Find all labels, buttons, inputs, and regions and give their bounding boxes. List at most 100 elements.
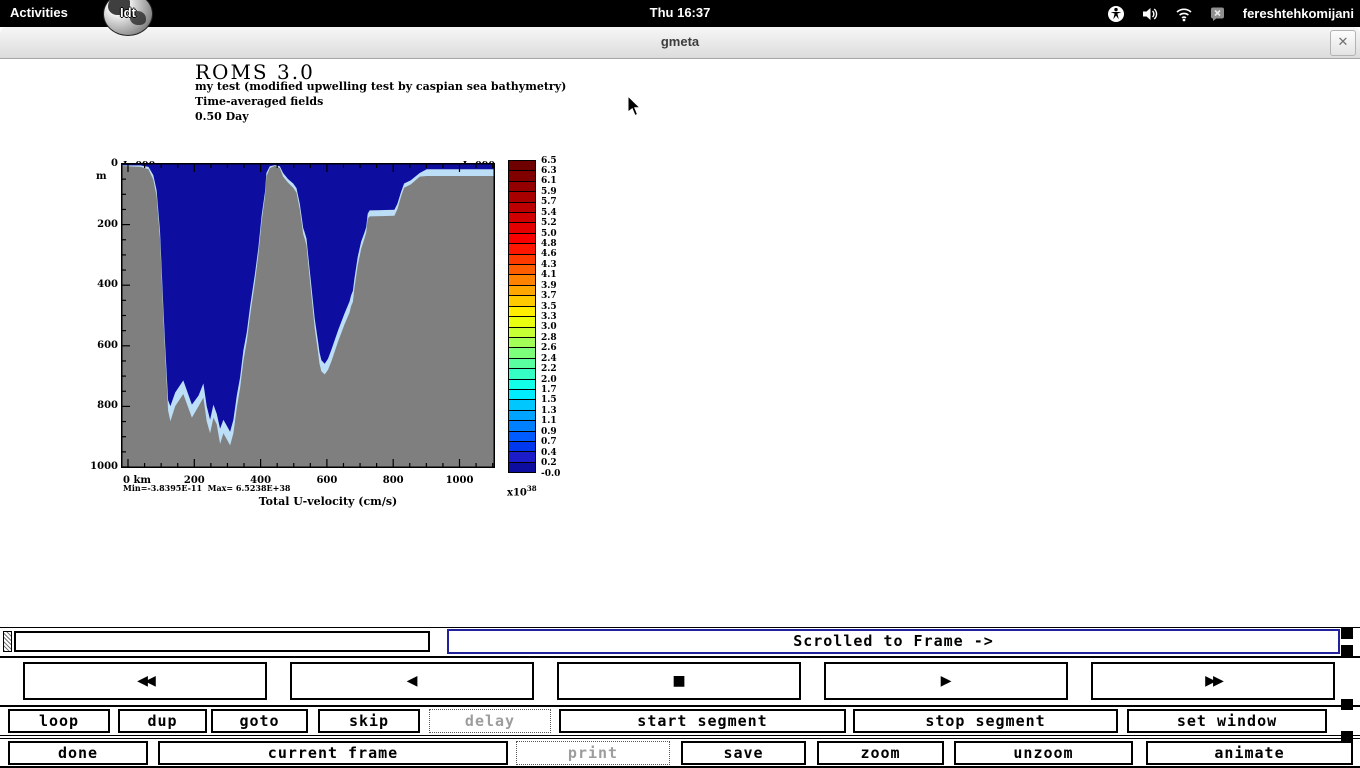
colorbar-label: 2.2	[541, 364, 557, 374]
colorbar-label: 3.7	[541, 291, 557, 301]
panel-divider	[0, 656, 1360, 658]
colorbar-segment	[509, 463, 535, 472]
colorbar-segment	[509, 223, 535, 233]
colorbar-segment	[509, 161, 535, 171]
y-axis-unit: m	[96, 171, 107, 182]
volume-icon[interactable]	[1141, 5, 1159, 23]
colorbar-segment	[509, 421, 535, 431]
save-button[interactable]: save	[681, 741, 806, 765]
frame-scrollbar-trough[interactable]	[14, 631, 430, 652]
x-tick-label: 1000	[443, 475, 477, 486]
bathymetry-section-plot	[121, 163, 495, 468]
skip-button[interactable]: skip	[318, 709, 420, 733]
status-tray: fereshtehkomijani	[1107, 0, 1354, 27]
colorbar-label: 5.0	[541, 229, 557, 239]
done-button[interactable]: done	[8, 741, 148, 765]
colorbar-segment	[509, 432, 535, 442]
zoom-button[interactable]: zoom	[817, 741, 944, 765]
colorbar-segment	[509, 328, 535, 338]
colorbar-label: 2.6	[541, 343, 557, 353]
colorbar-segment	[509, 234, 535, 244]
colorbar-segment	[509, 192, 535, 202]
window-titlebar: gmeta ✕	[0, 27, 1360, 59]
stop-segment-button[interactable]: stop segment	[853, 709, 1118, 733]
plot-subtitle: my test (modified upwelling test by casp…	[195, 80, 566, 93]
x-tick-label: 600	[310, 475, 344, 486]
colorbar-label: 1.3	[541, 406, 557, 416]
colorbar-label: 2.8	[541, 333, 557, 343]
colorbar-label: 5.4	[541, 208, 557, 218]
colorbar-segment	[509, 275, 535, 285]
colorbar-label: 6.3	[541, 166, 557, 176]
start-segment-button[interactable]: start segment	[559, 709, 846, 733]
panel-divider	[0, 705, 1360, 707]
pane-sash-handle[interactable]	[1341, 628, 1353, 639]
y-tick-label: 600	[86, 340, 118, 351]
colorbar-label: 3.5	[541, 302, 557, 312]
y-axis-labels: 02004006008001000	[86, 163, 118, 468]
colorbar-label: 5.7	[541, 197, 557, 207]
colorbar-segment	[509, 442, 535, 452]
colorbar-segment	[509, 307, 535, 317]
step-back-button[interactable]: ◀	[290, 662, 534, 700]
colorbar-segment	[509, 452, 535, 462]
username-menu[interactable]: fereshtehkomijani	[1243, 6, 1354, 21]
colorbar-label: -0.0	[541, 469, 560, 479]
exponent-power: 38	[527, 484, 537, 493]
stop-button[interactable]: ■	[557, 662, 801, 700]
colorbar-label: 0.2	[541, 458, 557, 468]
colorbar-segment	[509, 411, 535, 421]
print-button: print	[516, 741, 670, 765]
colorbar-segment	[509, 369, 535, 379]
set-window-button[interactable]: set window	[1127, 709, 1327, 733]
colorbar-segment	[509, 296, 535, 306]
colorbar-label: 2.4	[541, 354, 557, 364]
colorbar-label: 5.2	[541, 218, 557, 228]
colorbar-segment	[509, 317, 535, 327]
loop-button[interactable]: loop	[8, 709, 110, 733]
idt-icon-label: Idt	[104, 5, 152, 20]
colorbar-segment	[509, 380, 535, 390]
colorbar-label: 4.8	[541, 239, 557, 249]
colorbar-segment	[509, 203, 535, 213]
window-close-button[interactable]: ✕	[1330, 30, 1356, 56]
colorbar-labels: 6.56.36.15.95.75.45.25.04.84.64.34.13.93…	[541, 160, 571, 473]
x-tick-label: 800	[376, 475, 410, 486]
mini-scrollbar[interactable]	[3, 631, 12, 652]
colorbar-segment	[509, 338, 535, 348]
goto-button[interactable]: goto	[211, 709, 308, 733]
colorbar-label: 5.9	[541, 187, 557, 197]
colorbar-label: 1.5	[541, 395, 557, 405]
unzoom-button[interactable]: unzoom	[954, 741, 1133, 765]
dup-button[interactable]: dup	[118, 709, 207, 733]
mouse-cursor	[627, 96, 643, 123]
step-forward-button[interactable]: ▶	[824, 662, 1068, 700]
colorbar-label: 1.7	[541, 385, 557, 395]
colorbar-exponent: x1038	[507, 484, 537, 498]
y-tick-label: 200	[86, 219, 118, 230]
colorbar-label: 0.4	[541, 448, 557, 458]
wifi-icon[interactable]	[1175, 5, 1193, 23]
exponent-base: x10	[507, 487, 527, 498]
messaging-icon[interactable]	[1209, 5, 1227, 23]
panel-divider	[0, 627, 1360, 628]
fast-forward-button[interactable]: ▶▶	[1091, 662, 1335, 700]
minmax-label: Min=-3.8395E-11 Max= 6.5238E+38	[123, 483, 290, 493]
current-frame-button[interactable]: current frame	[158, 741, 508, 765]
colorbar-label: 4.3	[541, 260, 557, 270]
colorbar-segment	[509, 171, 535, 181]
accessibility-icon[interactable]	[1107, 5, 1125, 23]
rewind-icon: ◀◀	[137, 670, 153, 691]
pane-sash-handle[interactable]	[1341, 645, 1353, 656]
rewind-button[interactable]: ◀◀	[23, 662, 267, 700]
colorbar-segment	[509, 359, 535, 369]
colorbar-label: 3.0	[541, 322, 557, 332]
colorbar-label: 3.3	[541, 312, 557, 322]
y-tick-label: 1000	[86, 461, 118, 472]
colorbar-label: 6.1	[541, 176, 557, 186]
animate-button[interactable]: animate	[1146, 741, 1353, 765]
y-tick-label: 400	[86, 279, 118, 290]
fast-forward-icon: ▶▶	[1205, 670, 1221, 691]
colorbar-segment	[509, 400, 535, 410]
colorbar-label: 3.9	[541, 281, 557, 291]
